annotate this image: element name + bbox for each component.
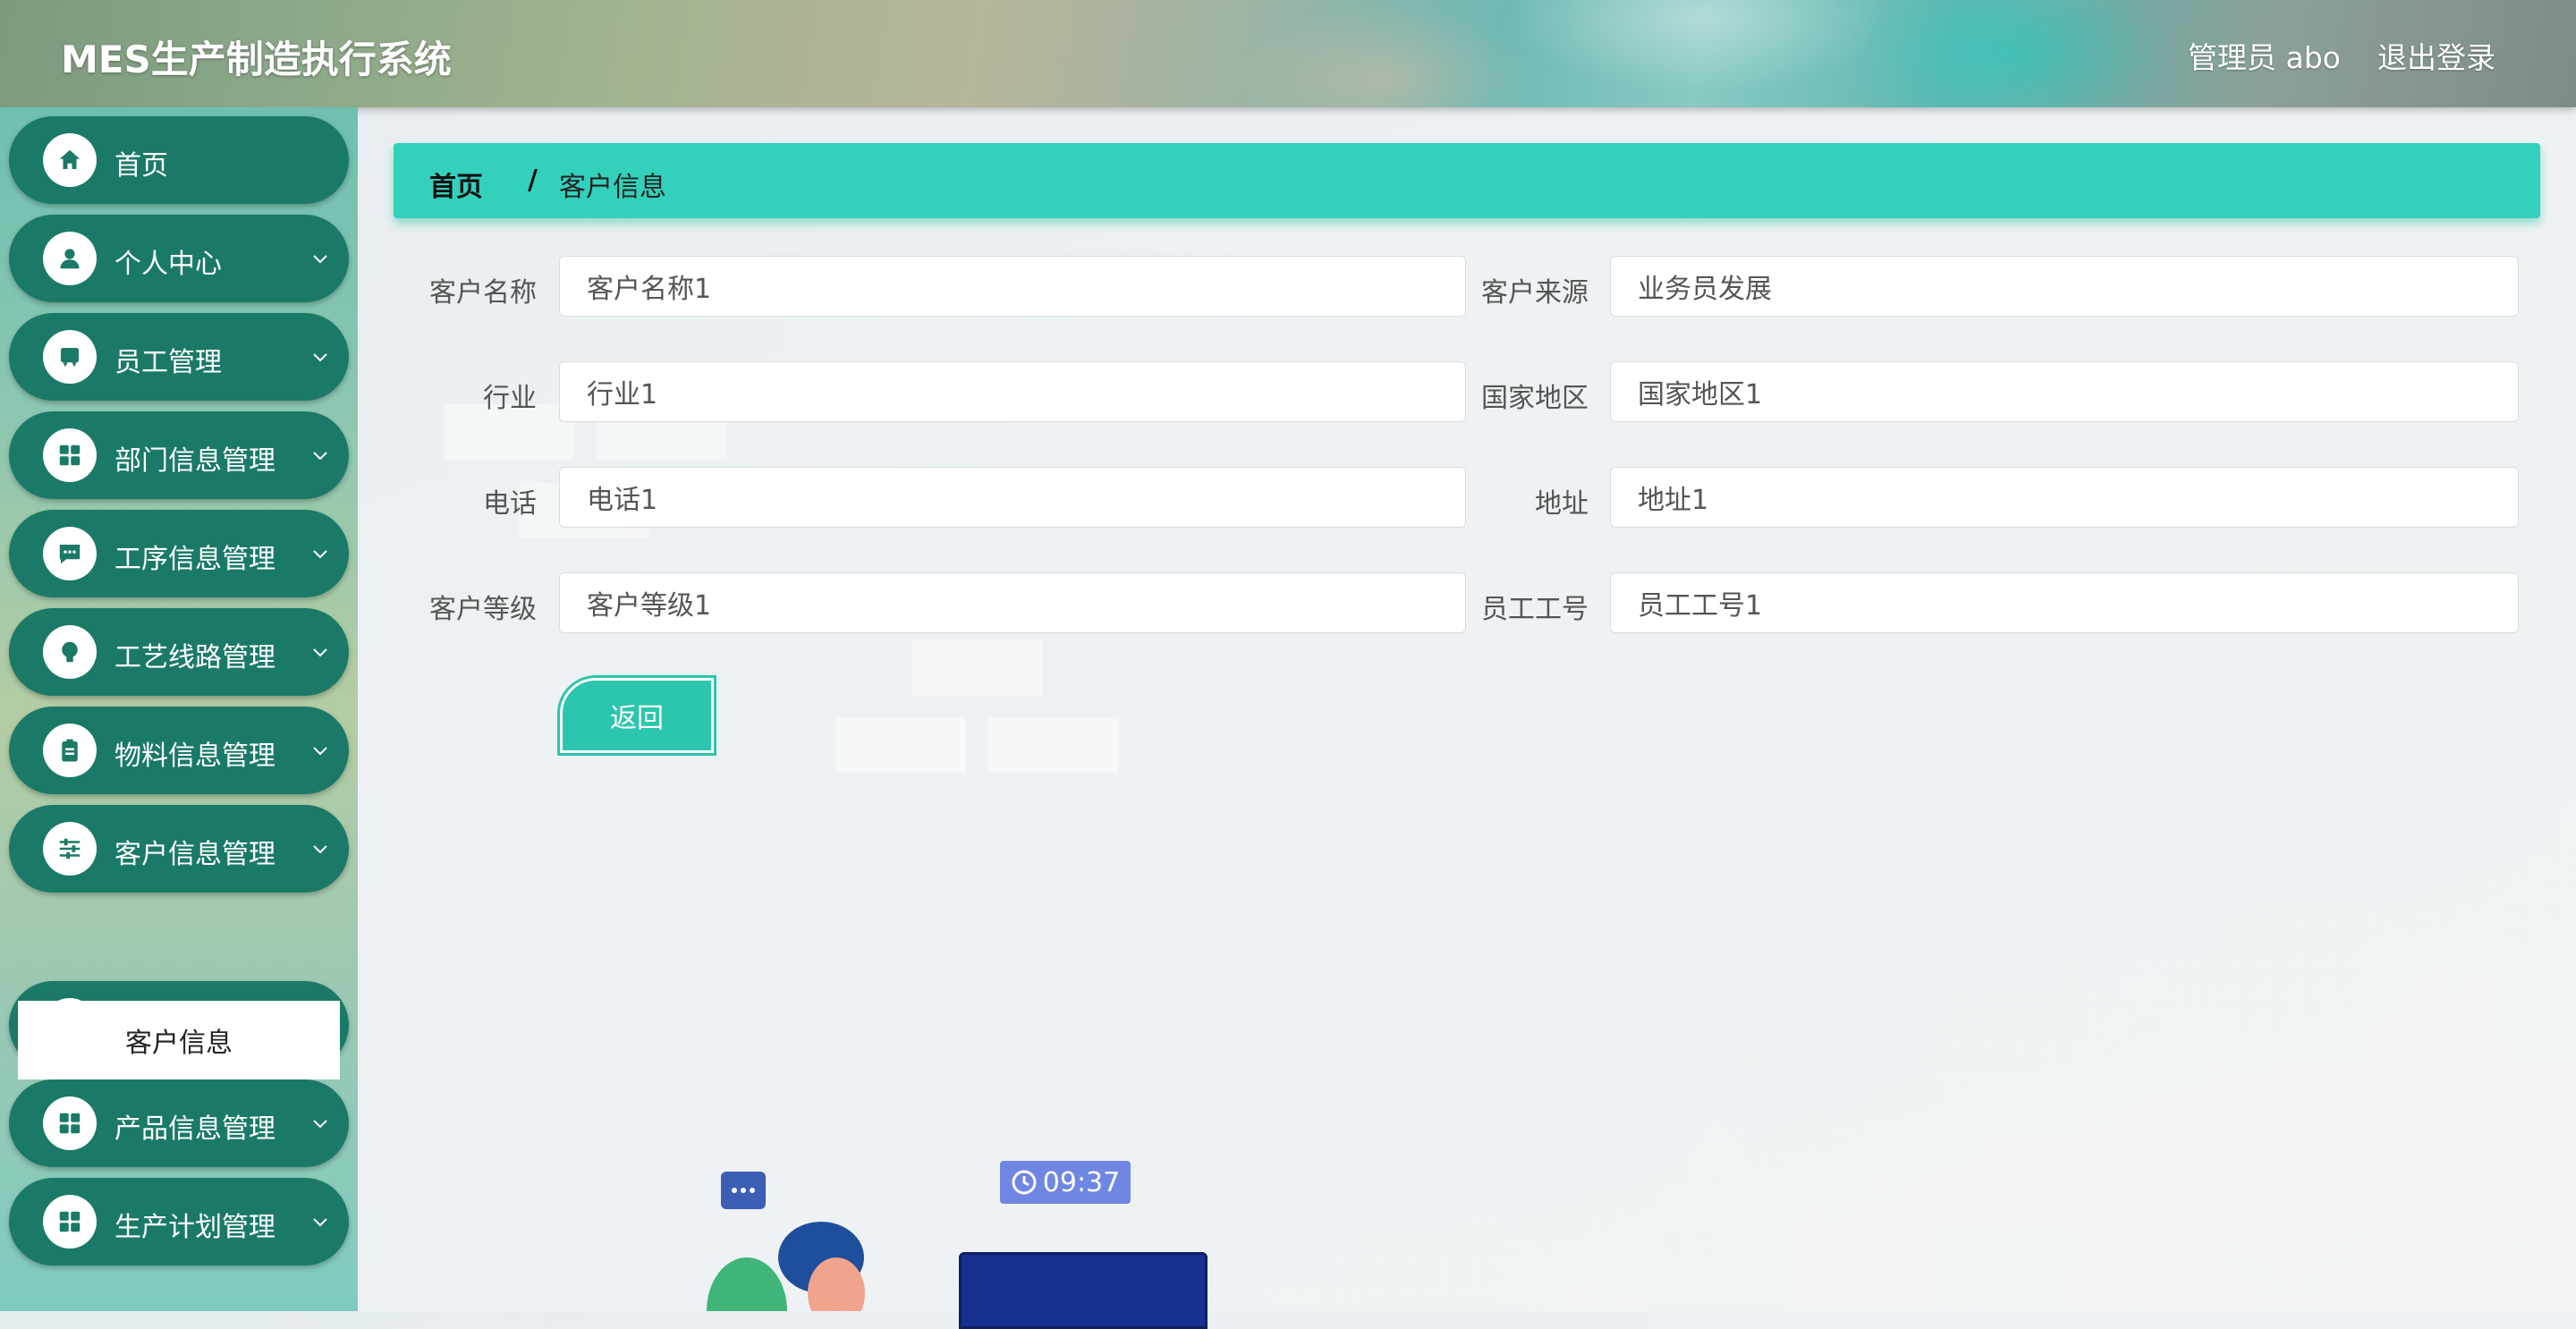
customer-name-label: 客户名称 xyxy=(429,277,537,309)
chevron-down-icon xyxy=(309,641,331,663)
grid-icon xyxy=(43,1096,97,1150)
chevron-down-icon xyxy=(309,444,331,466)
chevron-down-icon xyxy=(309,346,331,368)
grid-icon xyxy=(43,428,97,482)
clock-badge: 09:37 xyxy=(1000,1161,1131,1204)
sidebar-item-employee[interactable]: 员工管理 xyxy=(9,313,349,401)
sidebar-item-label: 工序信息管理 xyxy=(114,544,275,575)
sidebar-item-material[interactable]: 物料信息管理 xyxy=(9,707,349,794)
chevron-down-icon xyxy=(309,543,331,564)
person-illustration xyxy=(707,1222,865,1311)
sidebar-item-process[interactable]: 工序信息管理 xyxy=(9,510,349,597)
grid-icon xyxy=(43,1195,97,1249)
breadcrumb: 首页 / 客户信息 xyxy=(394,143,2540,218)
home-icon xyxy=(43,133,97,187)
sidebar-item-route[interactable]: 工艺线路管理 xyxy=(9,608,349,696)
sidebar-item-label: 部门信息管理 xyxy=(114,445,275,477)
clock-time: 09:37 xyxy=(1042,1166,1121,1198)
sidebar-item-label: 物料信息管理 xyxy=(114,741,275,772)
sidebar-item-label: 工艺线路管理 xyxy=(114,642,275,673)
logout-link[interactable]: 退出登录 xyxy=(2377,34,2496,77)
sidebar-item-department[interactable]: 部门信息管理 xyxy=(9,411,349,499)
badge-icon xyxy=(43,330,97,384)
chevron-down-icon xyxy=(309,1113,331,1134)
customer-level-label: 客户等级 xyxy=(429,594,537,625)
sidebar-item-home[interactable]: 首页 xyxy=(9,116,349,204)
submenu-item-customer-info[interactable]: 客户信息 xyxy=(18,1001,340,1079)
chat-icon xyxy=(43,527,97,580)
industry-label: 行业 xyxy=(483,383,537,414)
sidebar-item-label: 产品信息管理 xyxy=(114,1113,275,1145)
background-decoration xyxy=(835,717,966,773)
employee-id-field[interactable] xyxy=(1610,572,2519,633)
region-label: 国家地区 xyxy=(1481,383,1589,414)
phone-label: 电话 xyxy=(483,488,537,520)
address-field[interactable] xyxy=(1610,467,2519,528)
chevron-down-icon xyxy=(309,740,331,761)
sidebar: 首页个人中心员工管理部门信息管理 工序信息管理 工艺线路管理 物料信息管理 客户信息管理… xyxy=(0,107,358,1311)
sliders-icon xyxy=(43,822,97,876)
breadcrumb-current: 客户信息 xyxy=(559,172,666,203)
breadcrumb-separator: / xyxy=(528,165,538,196)
chevron-down-icon xyxy=(309,248,331,269)
chevron-down-icon xyxy=(309,1211,331,1232)
laptop-illustration xyxy=(959,1252,1208,1329)
background-decoration xyxy=(987,717,1118,773)
breadcrumb-home[interactable]: 首页 xyxy=(429,165,483,204)
employee-id-label: 员工工号 xyxy=(1481,594,1589,625)
sidebar-item-label: 客户信息管理 xyxy=(114,839,275,870)
back-button[interactable]: 返回 xyxy=(557,675,716,756)
customer-level-field[interactable] xyxy=(559,572,1466,633)
customer-source-field[interactable] xyxy=(1610,256,2519,317)
phone-field[interactable] xyxy=(559,467,1466,528)
app-title: MES生产制造执行系统 xyxy=(61,38,452,81)
top-header: MES生产制造执行系统 管理员 abo 退出登录 xyxy=(0,0,2576,107)
industry-field[interactable] xyxy=(559,361,1466,422)
chat-bubble-icon xyxy=(721,1172,766,1209)
address-label: 地址 xyxy=(1535,488,1589,520)
chevron-down-icon xyxy=(309,838,331,859)
customer-source-label: 客户来源 xyxy=(1481,277,1589,309)
region-field[interactable] xyxy=(1610,361,2519,422)
sidebar-item-personal-center[interactable]: 个人中心 xyxy=(9,215,349,302)
lightbulb-icon xyxy=(43,625,97,679)
current-user-label: 管理员 abo xyxy=(2188,40,2341,75)
background-decoration xyxy=(912,640,1043,696)
sidebar-item-label: 生产计划管理 xyxy=(114,1212,275,1243)
sidebar-item-product[interactable]: 产品信息管理 xyxy=(9,1079,349,1167)
sidebar-item-label: 个人中心 xyxy=(114,249,222,280)
sidebar-item-customer[interactable]: 客户信息管理 xyxy=(9,805,349,893)
customer-name-field[interactable] xyxy=(559,256,1466,317)
sidebar-item-label: 首页 xyxy=(114,150,168,182)
clock-icon xyxy=(1012,1170,1037,1195)
clipboard-icon xyxy=(43,724,97,777)
sidebar-item-production-plan[interactable]: 生产计划管理 xyxy=(9,1178,349,1266)
person-icon xyxy=(43,232,97,285)
sidebar-item-label: 员工管理 xyxy=(114,347,222,378)
